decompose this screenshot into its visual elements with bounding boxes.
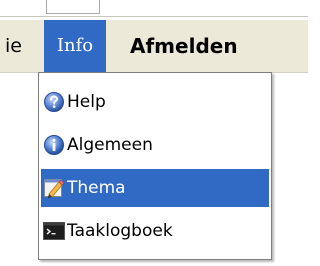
menu-item-help[interactable]: Help: [41, 83, 269, 121]
menu-item-algemeen[interactable]: Algemeen: [41, 126, 269, 164]
top-divider: [0, 16, 308, 17]
theme-icon: [44, 179, 65, 199]
menu-item-label: Taaklogboek: [67, 221, 173, 241]
menubar-item-afmelden[interactable]: Afmelden: [130, 20, 238, 72]
info-dropdown-menu: Help Algemeen Thema Taaklogboek: [38, 72, 272, 260]
menu-item-label: Thema: [67, 178, 126, 198]
top-strip: [0, 0, 308, 20]
menubar-item-label: Info: [56, 35, 94, 56]
menubar-item-truncated[interactable]: ie: [0, 20, 24, 72]
menu-item-label: Help: [67, 92, 106, 112]
console-icon: [43, 222, 65, 240]
app-window: ie Info Afmelden Help Algemeen Thema Taa…: [0, 0, 308, 266]
menubar-item-label: ie: [5, 35, 22, 57]
menu-item-thema[interactable]: Thema: [41, 169, 269, 207]
menubar-item-info[interactable]: Info: [44, 20, 106, 72]
info-icon: [44, 135, 64, 155]
menu-item-taaklogboek[interactable]: Taaklogboek: [41, 212, 269, 250]
help-icon: [44, 92, 64, 112]
menubar: ie Info Afmelden: [0, 20, 308, 73]
top-tab: [46, 0, 100, 14]
menubar-item-label: Afmelden: [130, 34, 238, 58]
menu-item-label: Algemeen: [67, 135, 153, 155]
